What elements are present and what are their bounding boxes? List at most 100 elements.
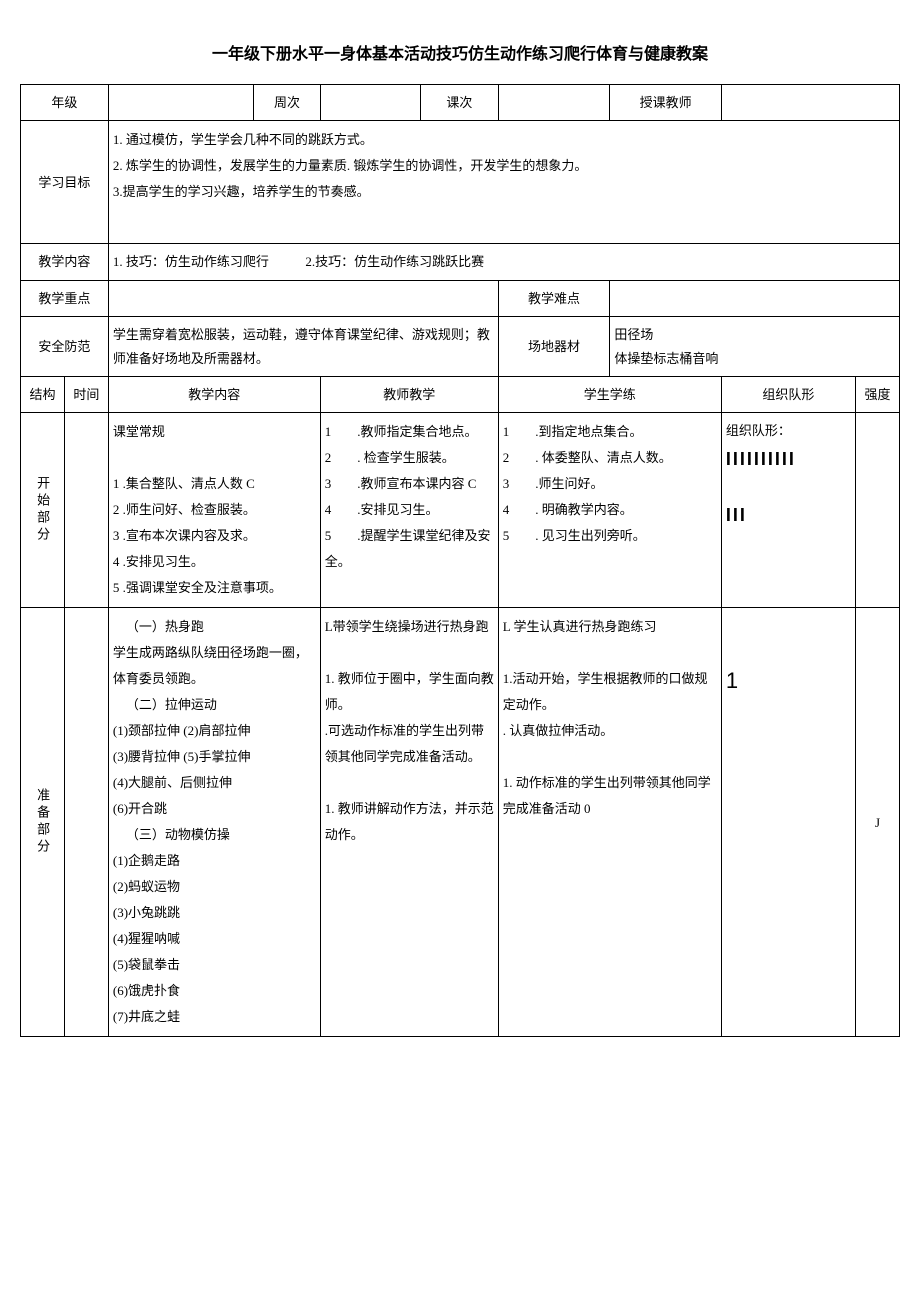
formation-marker: 1	[726, 668, 738, 693]
content-label: 教学内容	[21, 244, 109, 280]
col-student-activity: 学生学练	[498, 376, 721, 412]
section-prep-intensity: J	[855, 608, 899, 1037]
content-value: 1. 技巧：仿生动作练习爬行 2.技巧：仿生动作练习跳跃比赛	[108, 244, 899, 280]
goals-content: 1. 通过模仿，学生学会几种不同的跳跃方式。 2. 炼学生的协调性，发展学生的力…	[108, 121, 899, 244]
difficulty-label: 教学难点	[498, 280, 610, 316]
formation-bars: III	[726, 499, 851, 531]
venue-value: 田径场 体操垫标志桶音响	[610, 317, 900, 377]
section-start-row: 开始部分 课堂常规 1 .集合整队、清点人数 C 2 .师生问好、检查服装。 3…	[21, 413, 900, 608]
list-item: 2 . 检查学生服装。	[325, 445, 494, 471]
difficulty-value	[610, 280, 900, 316]
list-item: (4)猩猩呐喊	[113, 926, 316, 952]
grade-value	[108, 85, 253, 121]
list-item: 1 .集合整队、清点人数 C	[113, 471, 316, 497]
list-item: 1. 动作标准的学生出列带领其他同学完成准备活动 0	[503, 770, 717, 822]
list-item: (2)蚂蚁运物	[113, 874, 316, 900]
venue-line: 体操垫标志桶音响	[614, 347, 895, 370]
teacher-label: 授课教师	[610, 85, 722, 121]
col-teacher-activity: 教师教学	[320, 376, 498, 412]
list-item: 1.活动开始，学生根据教师的口做规定动作。	[503, 666, 717, 718]
subheading: （三）动物模仿操	[113, 822, 316, 848]
list-item: (6)饿虎扑食	[113, 978, 316, 1004]
list-item: (7)井底之蛙	[113, 1004, 316, 1030]
safety-venue-row: 安全防范 学生需穿着宽松服装，运动鞋，遵守体育课堂纪律、游戏规则；教师准备好场地…	[21, 317, 900, 377]
goals-label: 学习目标	[21, 121, 109, 244]
key-label: 教学重点	[21, 280, 109, 316]
teacher-value	[721, 85, 899, 121]
content-title: 课堂常规	[113, 419, 316, 445]
list-item: 2 . 体委整队、清点人数。	[503, 445, 717, 471]
list-item: 1 .教师指定集合地点。	[325, 419, 494, 445]
lesson-plan-table: 年级 周次 课次 授课教师 学习目标 1. 通过模仿，学生学会几种不同的跳跃方式…	[20, 84, 900, 1037]
section-start-formation: 组织队形： IIIIIIIIII III	[721, 413, 855, 608]
list-item: (4)大腿前、后侧拉伸	[113, 770, 316, 796]
formation-label: 组织队形：	[726, 419, 851, 442]
list-item: 1. 教师讲解动作方法，并示范动作。	[325, 796, 494, 848]
key-difficulty-row: 教学重点 教学难点	[21, 280, 900, 316]
goal-line: 3.提高学生的学习兴趣，培养学生的节奏感。	[113, 179, 895, 205]
section-start-name: 开始部分	[21, 413, 65, 608]
list-item: 4 . 明确教学内容。	[503, 497, 717, 523]
section-start-content: 课堂常规 1 .集合整队、清点人数 C 2 .师生问好、检查服装。 3 .宣布本…	[108, 413, 320, 608]
list-item: 4 .安排见习生。	[325, 497, 494, 523]
paragraph: 学生成两路纵队绕田径场跑一圈，体育委员领跑。	[113, 640, 316, 692]
week-label: 周次	[254, 85, 320, 121]
list-item: 3 .教师宣布本课内容 C	[325, 471, 494, 497]
venue-line: 田径场	[614, 323, 895, 346]
list-item: L 学生认真进行热身跑练习	[503, 614, 717, 640]
content-item: 2.技巧：仿生动作练习跳跃比赛	[305, 254, 484, 269]
lesson-num-label: 课次	[421, 85, 499, 121]
col-time: 时间	[64, 376, 108, 412]
content-item: 1. 技巧：仿生动作练习爬行	[113, 254, 269, 269]
formation-bars: IIIIIIIIII	[726, 443, 851, 475]
list-item: 3 .师生问好。	[503, 471, 717, 497]
list-item: 5 .提醒学生课堂纪律及安全。	[325, 523, 494, 575]
section-prep-content: （一）热身跑 学生成两路纵队绕田径场跑一圈，体育委员领跑。 （二）拉伸运动 (1…	[108, 608, 320, 1037]
list-item: (3)腰背拉伸 (5)手掌拉伸	[113, 744, 316, 770]
subheading: （二）拉伸运动	[113, 692, 316, 718]
section-prep-row: 准备部分 （一）热身跑 学生成两路纵队绕田径场跑一圈，体育委员领跑。 （二）拉伸…	[21, 608, 900, 1037]
list-item: (5)袋鼠拳击	[113, 952, 316, 978]
col-structure: 结构	[21, 376, 65, 412]
list-item: 5 . 见习生出列旁听。	[503, 523, 717, 549]
week-value	[320, 85, 420, 121]
subheading: （一）热身跑	[113, 614, 316, 640]
section-start-student: 1 .到指定地点集合。 2 . 体委整队、清点人数。 3 .师生问好。 4 . …	[498, 413, 721, 608]
list-item: (1)企鹅走路	[113, 848, 316, 874]
list-item: L带领学生绕操场进行热身跑	[325, 614, 494, 640]
lesson-num-value	[498, 85, 610, 121]
section-prep-name: 准备部分	[21, 608, 65, 1037]
list-item: .可选动作标准的学生出列带领其他同学完成准备活动。	[325, 718, 494, 770]
list-item: 3 .宣布本次课内容及求。	[113, 523, 316, 549]
venue-label: 场地器材	[498, 317, 610, 377]
goal-line: 2. 炼学生的协调性，发展学生的力量素质. 锻炼学生的协调性，开发学生的想象力。	[113, 153, 895, 179]
section-start-teacher: 1 .教师指定集合地点。 2 . 检查学生服装。 3 .教师宣布本课内容 C 4…	[320, 413, 498, 608]
safety-label: 安全防范	[21, 317, 109, 377]
section-start-intensity	[855, 413, 899, 608]
list-item: 1. 教师位于圈中，学生面向教师。	[325, 666, 494, 718]
section-prep-teacher: L带领学生绕操场进行热身跑 1. 教师位于圈中，学生面向教师。 .可选动作标准的…	[320, 608, 498, 1037]
key-value	[108, 280, 498, 316]
header-row: 年级 周次 课次 授课教师	[21, 85, 900, 121]
list-item: . 认真做拉伸活动。	[503, 718, 717, 744]
activity-header-row: 结构 时间 教学内容 教师教学 学生学练 组织队形 强度	[21, 376, 900, 412]
section-prep-formation: 1	[721, 608, 855, 1037]
col-teaching-content: 教学内容	[108, 376, 320, 412]
content-row: 教学内容 1. 技巧：仿生动作练习爬行 2.技巧：仿生动作练习跳跃比赛	[21, 244, 900, 280]
list-item: 1 .到指定地点集合。	[503, 419, 717, 445]
list-item: (3)小兔跳跳	[113, 900, 316, 926]
col-intensity: 强度	[855, 376, 899, 412]
list-item: (1)颈部拉伸 (2)肩部拉伸	[113, 718, 316, 744]
col-formation: 组织队形	[721, 376, 855, 412]
section-prep-student: L 学生认真进行热身跑练习 1.活动开始，学生根据教师的口做规定动作。 . 认真…	[498, 608, 721, 1037]
safety-value: 学生需穿着宽松服装，运动鞋，遵守体育课堂纪律、游戏规则；教师准备好场地及所需器材…	[108, 317, 498, 377]
section-start-time	[64, 413, 108, 608]
section-prep-time	[64, 608, 108, 1037]
goals-row: 学习目标 1. 通过模仿，学生学会几种不同的跳跃方式。 2. 炼学生的协调性，发…	[21, 121, 900, 244]
document-title: 一年级下册水平一身体基本活动技巧仿生动作练习爬行体育与健康教案	[20, 40, 900, 64]
list-item: 5 .强调课堂安全及注意事项。	[113, 575, 316, 601]
grade-label: 年级	[21, 85, 109, 121]
list-item: (6)开合跳	[113, 796, 316, 822]
goal-line: 1. 通过模仿，学生学会几种不同的跳跃方式。	[113, 127, 895, 153]
list-item: 4 .安排见习生。	[113, 549, 316, 575]
